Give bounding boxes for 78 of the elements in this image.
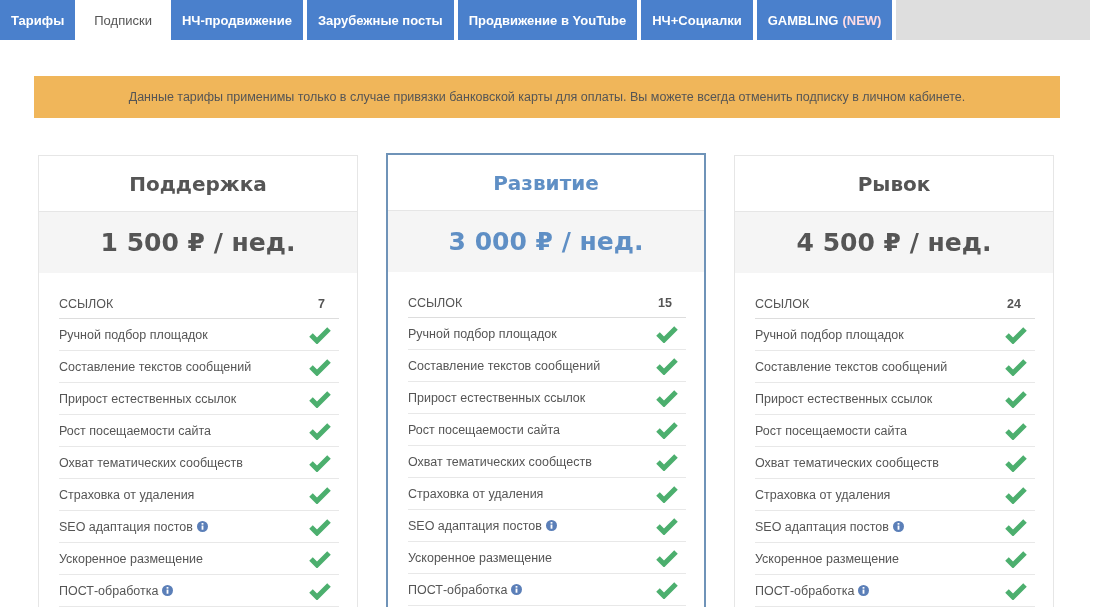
feature-label: Ускоренное размещение bbox=[755, 551, 899, 566]
new-label: (NEW) bbox=[842, 12, 882, 28]
feature-label: Ручной подбор площадок bbox=[755, 327, 904, 342]
info-icon[interactable] bbox=[162, 585, 174, 596]
feature-label: ПОСТ-обработка bbox=[59, 583, 159, 598]
check-icon bbox=[309, 549, 331, 568]
check-icon bbox=[656, 548, 678, 567]
feature-label: Страховка от удаления bbox=[408, 486, 544, 501]
check-icon bbox=[1005, 549, 1027, 568]
feature-label: Ускоренное размещение bbox=[408, 550, 552, 565]
feature-label: Прирост естественных ссылок bbox=[59, 391, 237, 406]
feature-label: Составление текстов сообщений bbox=[408, 358, 601, 373]
check-icon bbox=[309, 517, 331, 536]
check-icon bbox=[656, 484, 678, 503]
links-count: 24 bbox=[1007, 296, 1021, 311]
tab[interactable]: Зарубежные посты bbox=[306, 0, 454, 40]
notice-banner: Данные тарифы применимы только в случае привязки банковской карты для оплаты. Вы можете всегда отменить подписку в личном кабинете. bbox=[34, 76, 1060, 118]
feature-label: Составление текстов сообщений bbox=[755, 359, 948, 374]
check-icon bbox=[309, 421, 331, 440]
info-icon[interactable] bbox=[892, 521, 904, 532]
check-icon bbox=[309, 485, 331, 504]
tab[interactable]: Тарифы bbox=[0, 0, 76, 40]
plan-price: 3 000 ₽ / нед. bbox=[388, 211, 704, 272]
check-icon bbox=[1005, 421, 1027, 440]
links-count: 7 bbox=[318, 296, 325, 311]
tab[interactable]: НЧ+Социалки bbox=[641, 0, 753, 40]
check-icon bbox=[309, 389, 331, 408]
feature-label: Ручной подбор площадок bbox=[59, 327, 208, 342]
check-icon bbox=[1005, 453, 1027, 472]
check-icon bbox=[656, 580, 678, 599]
tab[interactable]: GAMBLING (NEW) bbox=[756, 0, 893, 40]
info-icon[interactable] bbox=[511, 584, 523, 595]
tab[interactable]: НЧ-продвижение bbox=[170, 0, 303, 40]
check-icon bbox=[1005, 325, 1027, 344]
feature-label: Охват тематических сообществ bbox=[755, 455, 939, 470]
feature-label: ПОСТ-обработка bbox=[755, 583, 855, 598]
info-icon[interactable] bbox=[545, 520, 557, 531]
feature-label: Рост посещаемости сайта bbox=[408, 422, 560, 437]
check-icon bbox=[656, 324, 678, 343]
plan-card[interactable] bbox=[386, 153, 706, 607]
feature-label: SEO адаптация постов bbox=[408, 518, 542, 533]
check-icon bbox=[1005, 485, 1027, 504]
links-label: ССЫЛОК bbox=[755, 296, 810, 311]
links-label: ССЫЛОК bbox=[408, 295, 463, 310]
check-icon bbox=[656, 420, 678, 439]
check-icon bbox=[1005, 581, 1027, 600]
check-icon bbox=[1005, 357, 1027, 376]
feature-label: Рост посещаемости сайта bbox=[59, 423, 211, 438]
plan-price: 1 500 ₽ / нед. bbox=[39, 212, 357, 273]
check-icon bbox=[656, 452, 678, 471]
feature-label: Охват тематических сообществ bbox=[59, 455, 243, 470]
check-icon bbox=[309, 325, 331, 344]
feature-label: SEO адаптация постов bbox=[755, 519, 889, 534]
feature-label: Охват тематических сообществ bbox=[408, 454, 592, 469]
check-icon bbox=[656, 356, 678, 375]
info-icon[interactable] bbox=[196, 521, 208, 532]
feature-label: Составление текстов сообщений bbox=[59, 359, 252, 374]
check-icon bbox=[656, 516, 678, 535]
check-icon bbox=[656, 388, 678, 407]
feature-label: Страховка от удаления bbox=[755, 487, 891, 502]
plan-price: 4 500 ₽ / нед. bbox=[735, 212, 1053, 273]
links-label: ССЫЛОК bbox=[59, 296, 114, 311]
links-count: 15 bbox=[658, 295, 672, 310]
feature-label: Прирост естественных ссылок bbox=[755, 391, 933, 406]
check-icon bbox=[309, 581, 331, 600]
feature-label: ПОСТ-обработка bbox=[408, 582, 508, 597]
info-icon[interactable] bbox=[858, 585, 870, 596]
check-icon bbox=[1005, 389, 1027, 408]
check-icon bbox=[1005, 517, 1027, 536]
feature-label: Ручной подбор площадок bbox=[408, 326, 557, 341]
tab[interactable]: Продвижение в YouTube bbox=[457, 0, 638, 40]
feature-label: Страховка от удаления bbox=[59, 487, 195, 502]
feature-label: Ускоренное размещение bbox=[59, 551, 203, 566]
check-icon bbox=[309, 357, 331, 376]
feature-label: SEO адаптация постов bbox=[59, 519, 193, 534]
feature-label: Прирост естественных ссылок bbox=[408, 390, 586, 405]
check-icon bbox=[309, 453, 331, 472]
feature-label: Рост посещаемости сайта bbox=[755, 423, 907, 438]
